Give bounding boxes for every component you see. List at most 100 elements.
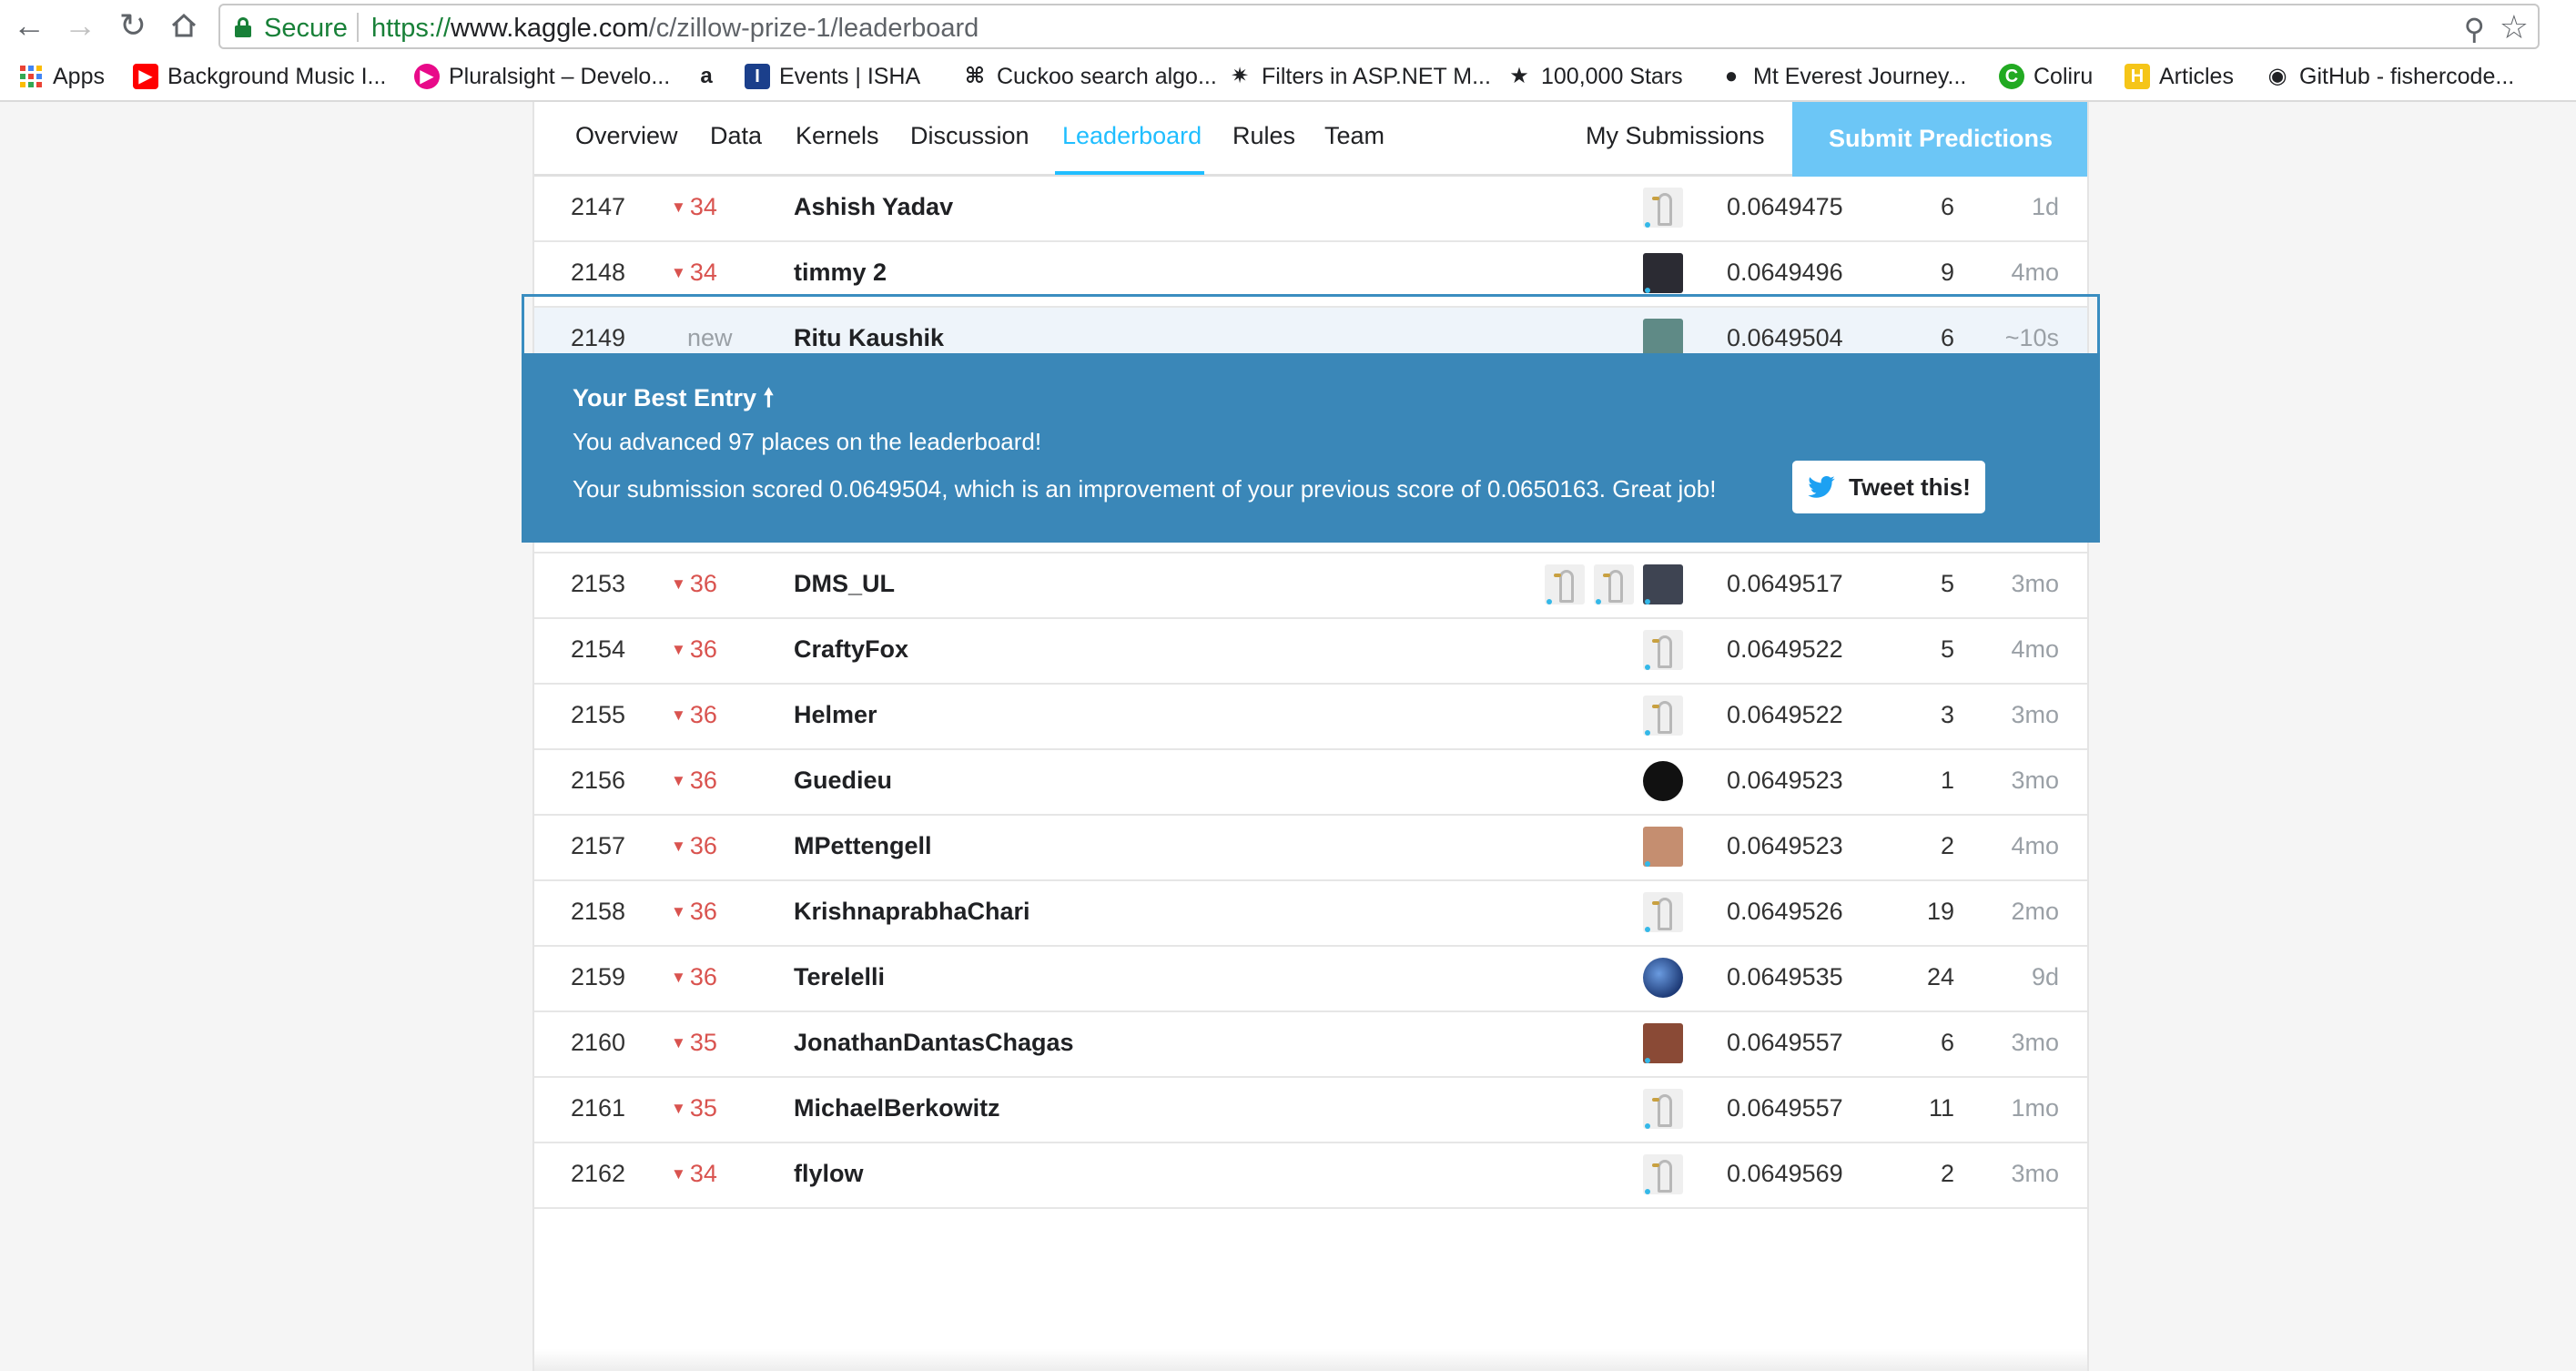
avatar[interactable] — [1643, 188, 1683, 228]
home-icon[interactable] — [164, 5, 204, 46]
banner-advance-text: You advanced 97 places on the leaderboar… — [573, 428, 1042, 455]
caret-down-icon: ▼ — [671, 641, 686, 658]
team-name[interactable]: Terelelli — [794, 963, 885, 991]
table-row[interactable]: 2162 ▼ 34 flylow 0.0649569 2 3mo — [534, 1143, 2087, 1209]
team-name[interactable]: flylow — [794, 1160, 864, 1188]
banner-score-text: Your submission scored 0.0649504, which … — [573, 475, 1717, 503]
bookmark-item[interactable]: C Coliru — [1999, 60, 2093, 93]
team-name[interactable]: CraftyFox — [794, 635, 908, 664]
bookmark-item[interactable]: ★ 100,000 Stars — [1506, 60, 1682, 93]
bookmark-item[interactable]: ▶ Pluralsight – Develo... — [414, 60, 670, 93]
table-row[interactable]: 2147 ▼ 34 Ashish Yadav 0.0649475 6 1d — [534, 177, 2087, 242]
avatar[interactable] — [1545, 564, 1585, 604]
avatar[interactable] — [1643, 564, 1683, 604]
score-cell: 0.0649496 — [1727, 259, 1843, 286]
team-members — [1643, 696, 1683, 737]
avatar[interactable] — [1643, 253, 1683, 293]
banner-title: Your Best Entry 🠕 — [573, 384, 775, 411]
tab-rules[interactable]: Rules — [1232, 122, 1295, 150]
avatar[interactable] — [1643, 1089, 1683, 1129]
score-cell: 0.0649557 — [1727, 1094, 1843, 1122]
tab-data[interactable]: Data — [710, 122, 762, 150]
rank-cell: 2147 — [571, 193, 626, 220]
tab-leaderboard[interactable]: Leaderboard — [1062, 122, 1202, 150]
rank-change: ▼ 36 — [671, 701, 717, 728]
member-dot — [1645, 222, 1650, 228]
bookmark-label: Articles — [2159, 63, 2234, 89]
address-bar[interactable]: Secure https://www.kaggle.com/c/zillow-p… — [218, 4, 2540, 49]
tab-discussion[interactable]: Discussion — [910, 122, 1029, 150]
back-arrow-icon[interactable]: ← — [9, 5, 49, 46]
tab-kernels[interactable]: Kernels — [796, 122, 879, 150]
last-cell: 2mo — [2011, 898, 2059, 925]
score-cell: 0.0649523 — [1727, 832, 1843, 859]
my-submissions-link[interactable]: My Submissions — [1586, 122, 1765, 150]
rank-cell: 2153 — [571, 570, 626, 597]
bookmark-item[interactable]: ● Mt Everest Journey... — [1719, 60, 1967, 93]
team-members — [1545, 564, 1683, 606]
table-row[interactable]: 2158 ▼ 36 KrishnaprabhaChari 0.0649526 19 2mo — [534, 881, 2087, 947]
team-name[interactable]: Guedieu — [794, 767, 892, 795]
member-dot — [1645, 861, 1650, 867]
team-name[interactable]: Ashish Yadav — [794, 193, 953, 221]
bookmark-item[interactable]: H Articles — [2125, 60, 2234, 93]
team-name[interactable]: MichaelBerkowitz — [794, 1094, 1000, 1122]
avatar[interactable] — [1643, 827, 1683, 867]
submit-predictions-button[interactable]: Submit Predictions — [1792, 102, 2087, 177]
bookmark-item[interactable]: I Events | ISHA — [745, 60, 920, 93]
tweet-button[interactable]: Tweet this! — [1792, 461, 1985, 513]
tab-overview[interactable]: Overview — [575, 122, 678, 150]
member-dot — [1645, 665, 1650, 670]
coliru-icon: C — [1999, 64, 2024, 89]
bookmark-item[interactable]: a — [694, 60, 728, 93]
competition-tabs: My Submissions Submit Predictions Overvi… — [534, 102, 2087, 177]
score-cell: 0.0649557 — [1727, 1029, 1843, 1056]
table-row[interactable]: 2160 ▼ 35 JonathanDantasChagas 0.0649557 6 3mo — [534, 1012, 2087, 1078]
reload-icon[interactable]: ↻ — [113, 5, 153, 46]
table-row[interactable]: 2153 ▼ 36 DMS_UL 0.0649517 5 3mo — [534, 553, 2087, 619]
member-dot — [1645, 1058, 1650, 1063]
table-row[interactable]: 2156 ▼ 36 Guedieu 0.0649523 1 3mo — [534, 750, 2087, 816]
rank-cell: 2160 — [571, 1029, 626, 1056]
avatar[interactable] — [1643, 1154, 1683, 1194]
member-dot — [1645, 599, 1650, 604]
team-name[interactable]: KrishnaprabhaChari — [794, 898, 1030, 926]
bookmark-star-icon[interactable]: ☆ — [2500, 8, 2529, 46]
team-name[interactable]: JonathanDantasChagas — [794, 1029, 1074, 1057]
zoom-icon[interactable]: ⚲ — [2464, 12, 2485, 46]
member-dot — [1645, 1189, 1650, 1194]
avatar[interactable] — [1643, 892, 1683, 932]
avatar[interactable] — [1643, 696, 1683, 736]
table-row[interactable]: 2154 ▼ 36 CraftyFox 0.0649522 5 4mo — [534, 619, 2087, 685]
avatar[interactable] — [1643, 1023, 1683, 1063]
rank-cell: 2162 — [571, 1160, 626, 1187]
table-row[interactable]: 2161 ▼ 35 MichaelBerkowitz 0.0649557 11 1mo — [534, 1078, 2087, 1143]
url-text: https://www.kaggle.com/c/zillow-prize-1/… — [371, 14, 979, 43]
avatar[interactable] — [1643, 958, 1683, 998]
bookmark-item[interactable]: Apps — [20, 60, 105, 93]
avatar[interactable] — [1594, 564, 1634, 604]
bookmark-item[interactable]: ◉ GitHub - fishercode... — [2265, 60, 2515, 93]
score-cell: 0.0649475 — [1727, 193, 1843, 220]
entries-cell: 5 — [1940, 635, 1954, 663]
last-cell: 3mo — [2011, 1160, 2059, 1187]
team-name[interactable]: DMS_UL — [794, 570, 895, 598]
bookmark-label: Mt Everest Journey... — [1753, 63, 1967, 89]
avatar[interactable] — [1643, 761, 1683, 801]
avatar[interactable] — [1643, 630, 1683, 670]
table-row[interactable]: 2157 ▼ 36 MPettengell 0.0649523 2 4mo — [534, 816, 2087, 881]
rank-change: ▼ 34 — [671, 193, 717, 220]
rank-cell: 2161 — [571, 1094, 626, 1122]
bookmark-item[interactable]: ✷ Filters in ASP.NET M... — [1227, 60, 1491, 93]
team-name[interactable]: MPettengell — [794, 832, 932, 860]
team-name[interactable]: timmy 2 — [794, 259, 887, 287]
table-row[interactable]: 2159 ▼ 36 Terelelli 0.0649535 24 9d — [534, 947, 2087, 1012]
table-row[interactable]: 2155 ▼ 36 Helmer 0.0649522 3 3mo — [534, 685, 2087, 750]
tab-team[interactable]: Team — [1324, 122, 1384, 150]
bookmark-item[interactable]: ⌘ Cuckoo search algo... — [962, 60, 1217, 93]
team-name[interactable]: Helmer — [794, 701, 877, 729]
caret-down-icon: ▼ — [671, 1165, 686, 1183]
last-cell: 3mo — [2011, 570, 2059, 597]
bookmark-item[interactable]: ▶ Background Music I... — [133, 60, 386, 93]
forward-arrow-icon[interactable]: → — [60, 5, 100, 46]
